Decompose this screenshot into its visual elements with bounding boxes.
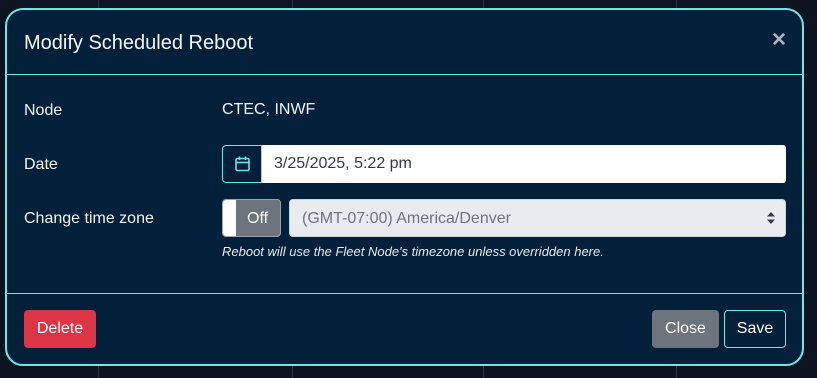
sort-caret-icon [767,212,775,224]
save-button[interactable]: Save [724,310,786,348]
date-picker [222,145,786,183]
reboot-modal: Modify Scheduled Reboot × Node CTEC, INW… [5,8,804,366]
timezone-toggle[interactable]: Off [222,199,281,237]
close-icon[interactable]: × [772,28,786,52]
timezone-help-text: Reboot will use the Fleet Node's timezon… [222,244,604,259]
toggle-state-label: Off [247,210,269,227]
timezone-label: Change time zone [24,210,154,227]
calendar-button[interactable] [222,145,262,183]
toggle-knob [223,200,236,236]
calendar-icon [234,156,250,172]
modal-header: Modify Scheduled Reboot × [7,10,802,75]
modal-title: Modify Scheduled Reboot [24,32,254,54]
modal-footer: Delete Close Save [7,293,802,364]
close-button[interactable]: Close [652,310,719,348]
delete-button[interactable]: Delete [24,310,96,348]
timezone-select-value: (GMT-07:00) America/Denver [302,210,511,227]
node-label: Node [24,102,63,119]
date-input[interactable] [262,145,786,183]
node-value: CTEC, INWF [222,101,316,118]
modal-body: Node CTEC, INWF Date Change time zone Of… [7,75,802,293]
date-label: Date [24,156,58,173]
timezone-select[interactable]: (GMT-07:00) America/Denver [289,199,786,237]
